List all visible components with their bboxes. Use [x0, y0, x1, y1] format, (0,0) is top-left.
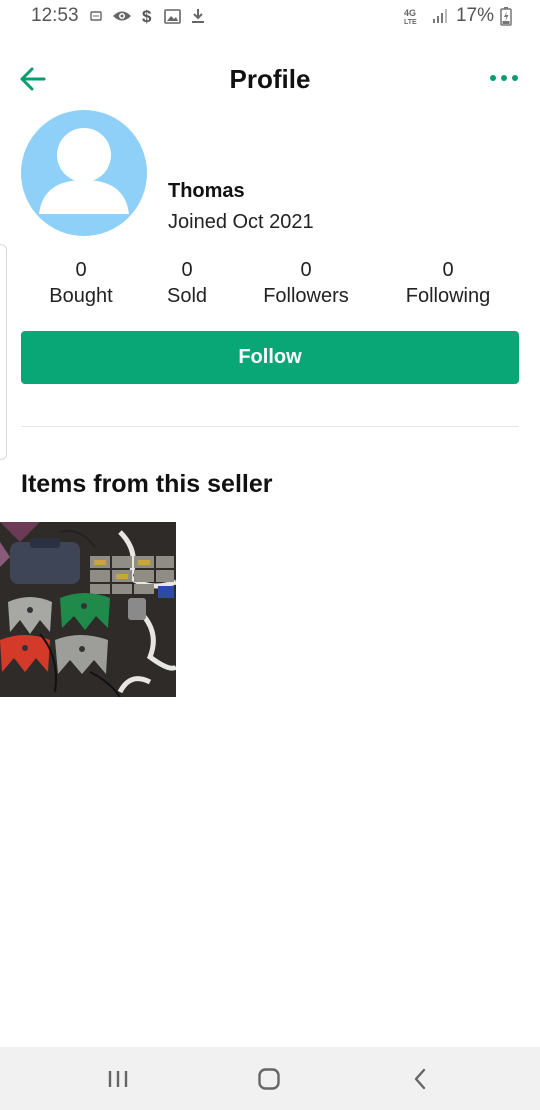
n64-console-controllers-photo [0, 522, 176, 697]
recent-apps-icon [108, 1070, 128, 1087]
app-header: Profile [0, 52, 540, 108]
eye-icon [113, 11, 131, 21]
back-nav-button[interactable] [390, 1047, 450, 1110]
stat-followers[interactable]: 0 Followers [254, 258, 358, 310]
divider [21, 426, 519, 427]
download-icon [192, 9, 204, 23]
svg-text:$: $ [142, 7, 152, 25]
status-time: 12:53 [31, 5, 79, 26]
signal-icon [432, 9, 447, 23]
battery-charging-icon [500, 7, 512, 26]
back-nav-icon [414, 1068, 426, 1089]
stat-value: 0 [442, 259, 454, 281]
default-user-icon [39, 128, 129, 214]
more-options-icon [501, 75, 507, 81]
more-options-icon [512, 75, 518, 81]
svg-text:LTE: LTE [404, 19, 417, 25]
system-icons: 4G LTE 17% [404, 5, 512, 27]
status-bar: 12:53 $ 4G LTE 17% [0, 0, 540, 36]
image-icon [164, 8, 181, 24]
item-thumbnail[interactable] [0, 522, 176, 697]
dollar-icon: $ [142, 7, 152, 25]
stat-bought[interactable]: 0 Bought [40, 258, 122, 310]
stat-value: 0 [181, 259, 193, 281]
more-options-icon [490, 75, 496, 81]
follow-button[interactable]: Follow [21, 331, 519, 384]
stat-value: 0 [300, 259, 312, 281]
joined-date: Joined Oct 2021 [168, 211, 314, 233]
system-nav-bar [0, 1047, 540, 1110]
message-icon [90, 11, 102, 21]
home-icon [258, 1067, 280, 1090]
svg-text:4G: 4G [404, 8, 416, 18]
stat-value: 0 [75, 259, 87, 281]
profile-stats: 0 Bought 0 Sold 0 Followers 0 Following [0, 258, 540, 314]
stat-label: Following [405, 285, 491, 307]
page-title: Profile [229, 64, 311, 94]
battery-percent: 17% [455, 5, 494, 26]
stat-following[interactable]: 0 Following [396, 258, 500, 310]
avatar [21, 110, 147, 236]
stat-label: Sold [166, 285, 208, 307]
stat-label: Followers [263, 285, 349, 307]
stat-label: Bought [49, 285, 113, 307]
home-button[interactable] [239, 1047, 299, 1110]
recent-apps-button[interactable] [88, 1047, 148, 1110]
items-section-title: Items from this seller [21, 470, 273, 498]
4g-lte-icon: 4GLTE [404, 8, 417, 25]
user-name: Thomas [168, 180, 245, 202]
stat-sold[interactable]: 0 Sold [156, 258, 218, 310]
more-options-button[interactable] [490, 68, 518, 88]
notification-icons: $ [90, 6, 205, 26]
